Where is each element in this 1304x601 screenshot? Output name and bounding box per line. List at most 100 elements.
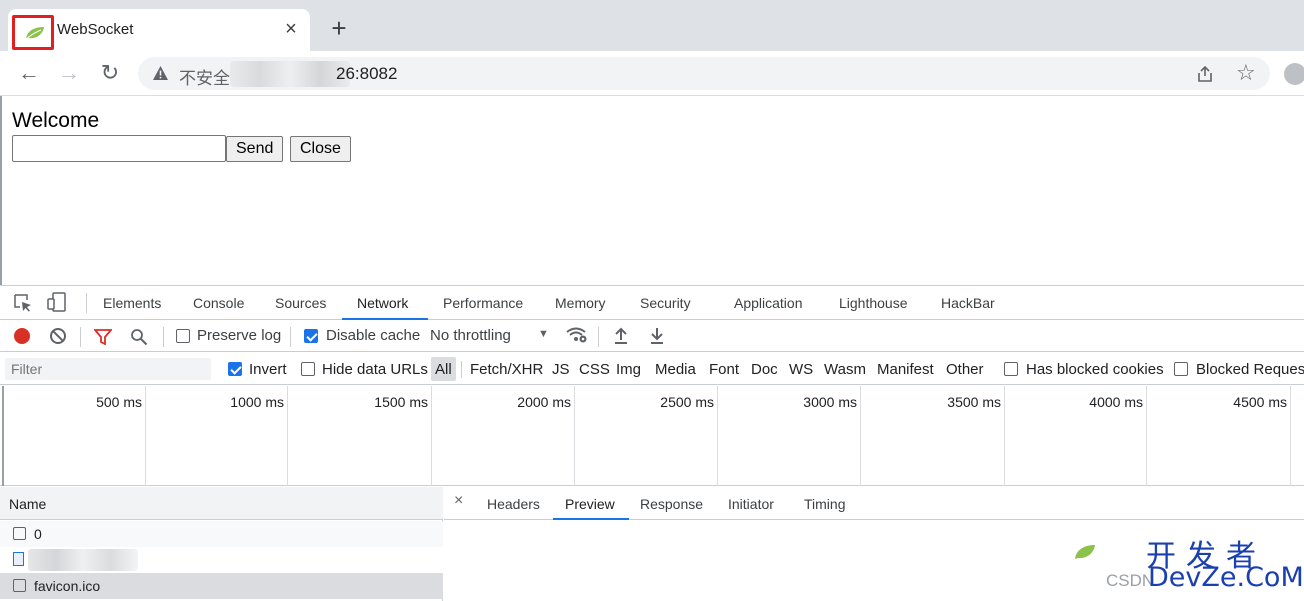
- active-detail-tab-indicator: [553, 518, 629, 520]
- inspect-element-icon[interactable]: [14, 294, 32, 312]
- timeline-gridline: [287, 386, 288, 486]
- filter-type-css[interactable]: CSS: [579, 361, 610, 378]
- browser-tab[interactable]: WebSocket ×: [8, 9, 310, 51]
- timeline-tick-label: 1500 ms: [374, 394, 428, 410]
- clear-icon[interactable]: [50, 328, 66, 344]
- tab-title: WebSocket: [57, 21, 134, 38]
- send-button[interactable]: Send: [226, 136, 284, 162]
- tab-console[interactable]: Console: [193, 295, 244, 311]
- message-input[interactable]: [12, 135, 226, 162]
- new-tab-icon[interactable]: +: [326, 15, 352, 41]
- tab-response[interactable]: Response: [640, 496, 703, 512]
- timeline-gridline: [431, 386, 432, 486]
- warning-icon[interactable]: [152, 65, 169, 81]
- browser-toolbar: ← → ↻ 不安全 26:8082 ☆: [0, 51, 1304, 96]
- separator: [598, 327, 599, 347]
- has-blocked-cookies-label: Has blocked cookies: [1026, 361, 1164, 378]
- filter-type-img[interactable]: Img: [616, 361, 641, 378]
- request-name-redaction: [28, 549, 138, 571]
- throttling-select[interactable]: No throttling: [430, 327, 511, 344]
- tab-elements[interactable]: Elements: [103, 295, 161, 311]
- filter-type-all[interactable]: All: [435, 361, 452, 378]
- device-toolbar-icon[interactable]: [47, 292, 67, 312]
- name-column-header[interactable]: Name: [0, 487, 443, 520]
- request-name: 0: [34, 526, 42, 542]
- filter-type-fetch-xhr[interactable]: Fetch/XHR: [470, 361, 543, 378]
- invert-label: Invert: [249, 361, 287, 378]
- watermark-devze: DevZe.CoM: [1148, 562, 1304, 593]
- filter-type-other[interactable]: Other: [946, 361, 984, 378]
- invert-checkbox[interactable]: [228, 362, 242, 376]
- filter-type-doc[interactable]: Doc: [751, 361, 778, 378]
- filter-type-font[interactable]: Font: [709, 361, 739, 378]
- separator: [163, 327, 164, 347]
- import-har-icon[interactable]: [613, 326, 629, 344]
- separator: [290, 327, 291, 347]
- tab-strip: WebSocket × +: [0, 0, 1304, 51]
- separator: [80, 327, 81, 347]
- table-row[interactable]: favicon.ico: [0, 573, 443, 599]
- record-icon[interactable]: [14, 328, 30, 344]
- table-row[interactable]: [0, 547, 443, 573]
- bookmark-star-icon[interactable]: ☆: [1236, 61, 1256, 85]
- tab-close-icon[interactable]: ×: [280, 18, 302, 40]
- tab-initiator[interactable]: Initiator: [728, 496, 774, 512]
- url-text[interactable]: 26:8082: [336, 64, 397, 84]
- separator: [86, 293, 87, 313]
- name-header-label: Name: [9, 496, 47, 512]
- timeline-gridline: [1146, 386, 1147, 486]
- reload-icon[interactable]: ↻: [98, 61, 122, 85]
- address-bar[interactable]: 不安全 26:8082 ☆: [138, 57, 1270, 90]
- timeline-tick-label: 3000 ms: [803, 394, 857, 410]
- network-conditions-icon[interactable]: [566, 326, 588, 344]
- timeline-gridline: [860, 386, 861, 486]
- table-row[interactable]: 0: [0, 521, 443, 547]
- tab-performance[interactable]: Performance: [443, 295, 523, 311]
- forward-icon[interactable]: →: [57, 61, 81, 85]
- filter-icon[interactable]: [94, 329, 112, 345]
- hide-data-urls-label: Hide data URLs: [322, 361, 428, 378]
- has-blocked-cookies-checkbox[interactable]: [1004, 362, 1018, 376]
- blocked-requests-checkbox[interactable]: [1174, 362, 1188, 376]
- timeline-tick-label: 4500 ms: [1233, 394, 1287, 410]
- disable-cache-checkbox[interactable]: [304, 329, 318, 343]
- timeline-gridline: [717, 386, 718, 486]
- close-button[interactable]: Close: [290, 136, 351, 162]
- filter-type-wasm[interactable]: Wasm: [824, 361, 866, 378]
- filter-bar: Invert Hide data URLs All Fetch/XHR JS C…: [0, 353, 1304, 385]
- preserve-log-checkbox[interactable]: [176, 329, 190, 343]
- tab-preview[interactable]: Preview: [565, 496, 615, 512]
- active-tab-indicator: [342, 318, 428, 320]
- timeline-gridline: [145, 386, 146, 486]
- tab-timing[interactable]: Timing: [804, 496, 846, 512]
- close-detail-icon[interactable]: ×: [454, 492, 463, 510]
- search-icon[interactable]: [130, 328, 148, 346]
- tab-memory[interactable]: Memory: [555, 295, 606, 311]
- tab-application[interactable]: Application: [734, 295, 803, 311]
- request-type-icon: [13, 527, 26, 540]
- throttling-dropdown-icon[interactable]: ▼: [538, 328, 549, 340]
- timeline-overview[interactable]: 500 ms 1000 ms 1500 ms 2000 ms 2500 ms 3…: [0, 386, 1304, 486]
- preserve-log-label: Preserve log: [197, 327, 282, 344]
- share-icon[interactable]: [1196, 65, 1214, 83]
- filter-type-media[interactable]: Media: [655, 361, 696, 378]
- filter-type-manifest[interactable]: Manifest: [877, 361, 934, 378]
- tab-sources[interactable]: Sources: [275, 295, 326, 311]
- leaf-icon: [1075, 545, 1095, 559]
- tab-security[interactable]: Security: [640, 295, 691, 311]
- tab-lighthouse[interactable]: Lighthouse: [839, 295, 908, 311]
- request-type-icon: [13, 579, 26, 592]
- filter-input[interactable]: [5, 358, 211, 380]
- tab-headers[interactable]: Headers: [487, 496, 540, 512]
- profile-avatar-icon[interactable]: [1284, 63, 1304, 85]
- welcome-heading: Welcome: [12, 109, 100, 132]
- export-har-icon[interactable]: [649, 326, 665, 344]
- timeline-tick-label: 2000 ms: [517, 394, 571, 410]
- back-icon[interactable]: ←: [17, 61, 41, 85]
- filter-type-js[interactable]: JS: [552, 361, 570, 378]
- filter-type-ws[interactable]: WS: [789, 361, 813, 378]
- tab-hackbar[interactable]: HackBar: [941, 295, 995, 311]
- request-name: favicon.ico: [34, 578, 101, 594]
- tab-network[interactable]: Network: [357, 295, 408, 311]
- hide-data-urls-checkbox[interactable]: [301, 362, 315, 376]
